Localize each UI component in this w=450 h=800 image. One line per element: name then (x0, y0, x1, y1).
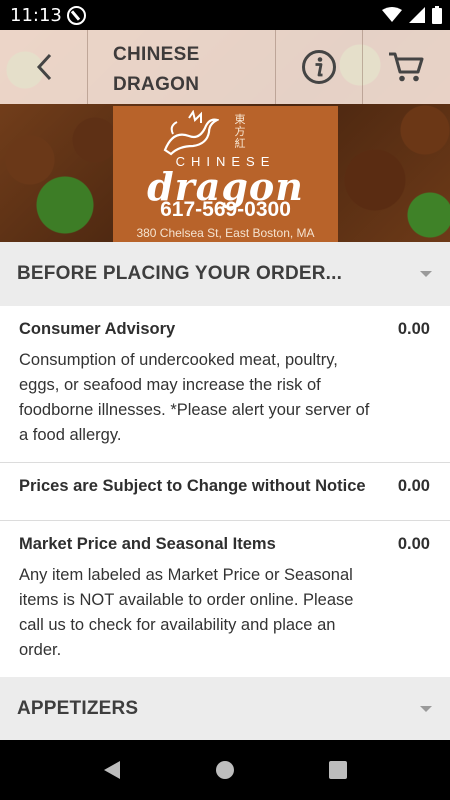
title-line-2: DRAGON (113, 74, 200, 95)
status-time: 11:13 (10, 5, 62, 26)
cart-button[interactable] (363, 30, 450, 104)
restaurant-title: CHINESE DRAGON (88, 30, 276, 104)
section-header-before-ordering[interactable]: BEFORE PLACING YOUR ORDER... (0, 242, 450, 306)
info-button[interactable] (276, 30, 363, 104)
back-button[interactable] (0, 30, 88, 104)
item-price: 0.00 (397, 320, 430, 338)
top-navigation: CHINESE DRAGON (0, 30, 450, 104)
chevron-down-icon (420, 271, 432, 277)
info-icon (302, 50, 336, 84)
item-description: Any item labeled as Market Price or Seas… (19, 566, 354, 659)
section-title: BEFORE PLACING YOUR ORDER... (17, 263, 343, 284)
address: 380 Chelsea St, East Boston, MA (136, 226, 315, 240)
item-name: Prices are Subject to Change without Not… (19, 477, 366, 495)
recents-square-icon[interactable] (328, 760, 348, 780)
item-price: 0.00 (397, 477, 430, 495)
item-name: Consumer Advisory (19, 320, 176, 338)
battery-icon (432, 6, 442, 24)
menu-item[interactable]: Prices are Subject to Change without Not… (0, 463, 450, 521)
back-chevron-icon (36, 53, 52, 81)
title-line-1: CHINESE (113, 44, 200, 65)
menu-item[interactable]: Market Price and Seasonal Items 0.00 Any… (0, 521, 450, 677)
restaurant-banner: 東方紅 CHINESE dragon 617-569-0300 380 Chel… (113, 106, 338, 242)
status-icons (382, 5, 442, 25)
back-triangle-icon[interactable] (102, 760, 122, 780)
home-circle-icon[interactable] (215, 760, 235, 780)
chinese-characters: 東方紅 (234, 113, 246, 150)
signal-icon (409, 7, 425, 23)
system-navigation-bar (0, 740, 450, 800)
section-header-appetizers[interactable]: APPETIZERS (0, 677, 450, 740)
notification-q-icon (67, 6, 86, 25)
status-bar: 11:13 (0, 0, 450, 30)
item-name: Market Price and Seasonal Items (19, 535, 276, 553)
cart-icon (389, 52, 424, 82)
dragon-logo-icon (163, 110, 219, 156)
chevron-down-icon (420, 706, 432, 712)
item-price: 0.00 (397, 535, 430, 553)
app-content: 東方紅 CHINESE dragon 617-569-0300 380 Chel… (0, 30, 450, 740)
wifi-icon (382, 7, 402, 22)
section-title: APPETIZERS (17, 698, 139, 719)
menu-item[interactable]: Consumer Advisory 0.00 Consumption of un… (0, 306, 450, 463)
phone-number: 617-569-0300 (160, 198, 291, 221)
item-description: Consumption of undercooked meat, poultry… (19, 351, 370, 444)
